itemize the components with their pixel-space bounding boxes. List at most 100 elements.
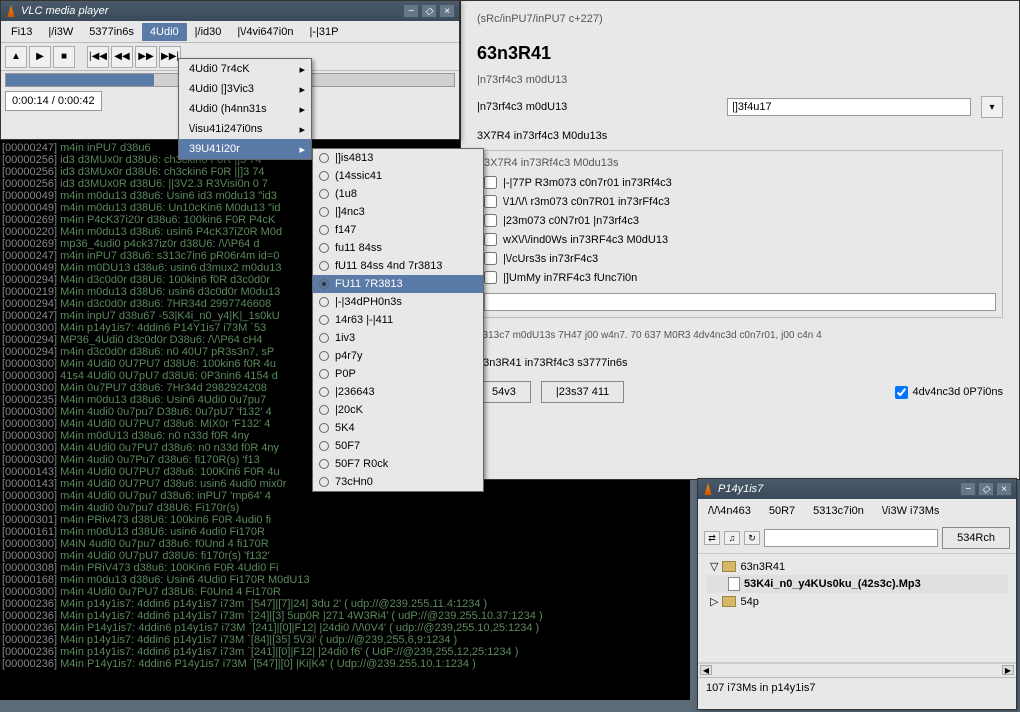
eq-preset[interactable]: f147: [313, 221, 483, 239]
interface-module-label: |n73rf4c3 m0dU13: [477, 101, 717, 113]
playlist-status: 107 i73Ms in p14y1is7: [698, 677, 1016, 698]
reset-all-button[interactable]: |23s37 411: [541, 381, 624, 403]
radio-icon: [319, 153, 329, 163]
expand-icon[interactable]: ▷: [710, 595, 718, 608]
menu-5377in6s[interactable]: 5377in6s: [81, 23, 142, 41]
radio-icon: [319, 243, 329, 253]
menu-item[interactable]: 4Udi0 |]3Vic3: [179, 79, 311, 99]
eq-preset[interactable]: (14ssic41: [313, 167, 483, 185]
minimize-icon[interactable]: −: [960, 482, 976, 496]
advanced-checkbox[interactable]: [895, 386, 908, 399]
file-icon: [728, 577, 740, 591]
close-icon[interactable]: ×: [996, 482, 1012, 496]
eq-preset[interactable]: fU11 84ss 4nd 7r3813: [313, 257, 483, 275]
tree-row[interactable]: ▽63n3R41: [706, 558, 1008, 575]
module-checkbox-row[interactable]: |23m073 c0N7r01 |n73rf4c3: [484, 211, 996, 230]
eq-preset[interactable]: P0P: [313, 365, 483, 383]
module-checkbox[interactable]: [484, 176, 497, 189]
vlc-menubar: Fi13|/i3W5377in6s4Udi0|/id30|\/4vi647i0n…: [1, 21, 459, 43]
eq-preset[interactable]: (1u8: [313, 185, 483, 203]
playlist-titlebar[interactable]: P14y1is7 − ◇ ×: [698, 479, 1016, 499]
minimize-icon[interactable]: −: [403, 4, 419, 18]
maximize-icon[interactable]: ◇: [421, 4, 437, 18]
extra-modules-heading: 3X7R4 in73rf4c3 M0du13s: [461, 122, 1019, 144]
h-scrollbar[interactable]: ◀ ▶: [698, 663, 1016, 677]
menu-|-|31P[interactable]: |-|31P: [301, 23, 346, 41]
expand-icon[interactable]: ▽: [710, 560, 718, 573]
eq-preset[interactable]: p4r7y: [313, 347, 483, 365]
settings-window: (sRc/inPU7/inPU7 c+227) 63n3R41 |n73rf4c…: [460, 0, 1020, 480]
vlc-cone-icon: [5, 5, 17, 17]
menu-|/i3W[interactable]: |/i3W: [40, 23, 81, 41]
tree-row[interactable]: 53K4i_n0_y4KUs0ku_(42s3c).Mp3: [706, 575, 1008, 593]
extra-modules-fieldset: 3X7R4 in73Rf4c3 M0du13s |-|77P R3m073 c0…: [477, 150, 1003, 318]
module-checkbox[interactable]: [484, 214, 497, 227]
module-checkbox-row[interactable]: |-|77P R3m073 c0n7r01 in73Rf4c3: [484, 173, 996, 192]
menu-|\/4vi647i0n[interactable]: |\/4vi647i0n: [229, 23, 301, 41]
module-checkbox[interactable]: [484, 233, 497, 246]
radio-icon: [319, 189, 329, 199]
radio-icon: [319, 279, 329, 289]
eq-preset[interactable]: 5K4: [313, 419, 483, 437]
menu-|/id30[interactable]: |/id30: [187, 23, 230, 41]
eq-preset[interactable]: 14r63 |-|411: [313, 311, 483, 329]
save-button[interactable]: 54v3: [477, 381, 531, 403]
interface-module-input[interactable]: [727, 98, 971, 116]
dropdown-icon[interactable]: ▾: [981, 96, 1003, 118]
module-checkbox-row[interactable]: |\/cUrs3s in73rF4c3: [484, 249, 996, 268]
play-button[interactable]: ▶: [29, 46, 51, 68]
radio-icon: [319, 225, 329, 235]
loop-icon[interactable]: ↻: [744, 531, 760, 545]
menu-item[interactable]: \/isu41i247i0ns: [179, 119, 311, 139]
playlist-tabs: /\/\4n463 50R7 5313c7i0n \/i3W i73Ms: [698, 499, 1016, 523]
eq-preset[interactable]: 1iv3: [313, 329, 483, 347]
settings-breadcrumb: (sRc/inPU7/inPU7 c+227): [461, 1, 1019, 37]
playlist-tab[interactable]: /\/\4n463: [704, 503, 755, 519]
stop-button[interactable]: ■: [53, 46, 75, 68]
extra-modules-sub: 3X7R4 in73Rf4c3 M0du13s: [484, 157, 996, 173]
playlist-tab[interactable]: 50R7: [765, 503, 799, 519]
menu-4Udi0[interactable]: 4Udi0: [142, 23, 187, 41]
eq-preset[interactable]: fu11 84ss: [313, 239, 483, 257]
eq-preset[interactable]: |236643: [313, 383, 483, 401]
menu-item[interactable]: 4Udi0 (h4nn31s: [179, 99, 311, 119]
eq-preset[interactable]: |20cK: [313, 401, 483, 419]
eq-preset[interactable]: 50F7: [313, 437, 483, 455]
eq-preset[interactable]: |]is4813: [313, 149, 483, 167]
eq-preset[interactable]: 73cHn0: [313, 473, 483, 491]
playlist-tab[interactable]: 5313c7i0n: [809, 503, 868, 519]
rewind-button[interactable]: ◀◀: [111, 46, 133, 68]
menu-item[interactable]: 39U41i20r: [179, 139, 311, 159]
module-checkbox-row[interactable]: \/1/\/\ r3m073 c0n7R01 in73rFf4c3: [484, 192, 996, 211]
menu-Fi13[interactable]: Fi13: [3, 23, 40, 41]
radio-icon: [319, 333, 329, 343]
eq-preset[interactable]: |-|34dPH0n3s: [313, 293, 483, 311]
tree-row[interactable]: ▷54p: [706, 593, 1008, 610]
eq-preset[interactable]: 50F7 R0ck: [313, 455, 483, 473]
close-icon[interactable]: ×: [439, 4, 455, 18]
repeat-icon[interactable]: ♫: [724, 531, 740, 545]
vlc-titlebar[interactable]: VLC media player − ◇ ×: [1, 1, 459, 21]
radio-icon: [319, 297, 329, 307]
radio-icon: [319, 171, 329, 181]
search-button[interactable]: 534Rch: [942, 527, 1010, 549]
playlist-search-input[interactable]: [764, 529, 938, 547]
vlc-title: VLC media player: [21, 5, 108, 17]
module-checkbox[interactable]: [484, 195, 497, 208]
advanced-options-toggle[interactable]: 4dv4nc3d 0P7i0ns: [895, 386, 1003, 399]
playlist-tab[interactable]: \/i3W i73Ms: [878, 503, 943, 519]
prev-button[interactable]: |◀◀: [87, 46, 109, 68]
module-checkbox[interactable]: [484, 271, 497, 284]
eject-button[interactable]: ▲: [5, 46, 27, 68]
module-checkbox-row[interactable]: wX\/\/ind0Ws in73RF4c3 M0dU13: [484, 230, 996, 249]
module-checkbox[interactable]: [484, 252, 497, 265]
modules-input[interactable]: [484, 293, 996, 311]
eq-preset[interactable]: |]4nc3: [313, 203, 483, 221]
menu-item[interactable]: 4Udi0 7r4cK: [179, 59, 311, 79]
eq-preset[interactable]: FU11 7R3813: [313, 275, 483, 293]
forward-button[interactable]: ▶▶: [135, 46, 157, 68]
radio-icon: [319, 423, 329, 433]
module-checkbox-row[interactable]: |]UmMy in7RF4c3 fUnc7i0n: [484, 268, 996, 287]
shuffle-icon[interactable]: ⇄: [704, 531, 720, 545]
maximize-icon[interactable]: ◇: [978, 482, 994, 496]
